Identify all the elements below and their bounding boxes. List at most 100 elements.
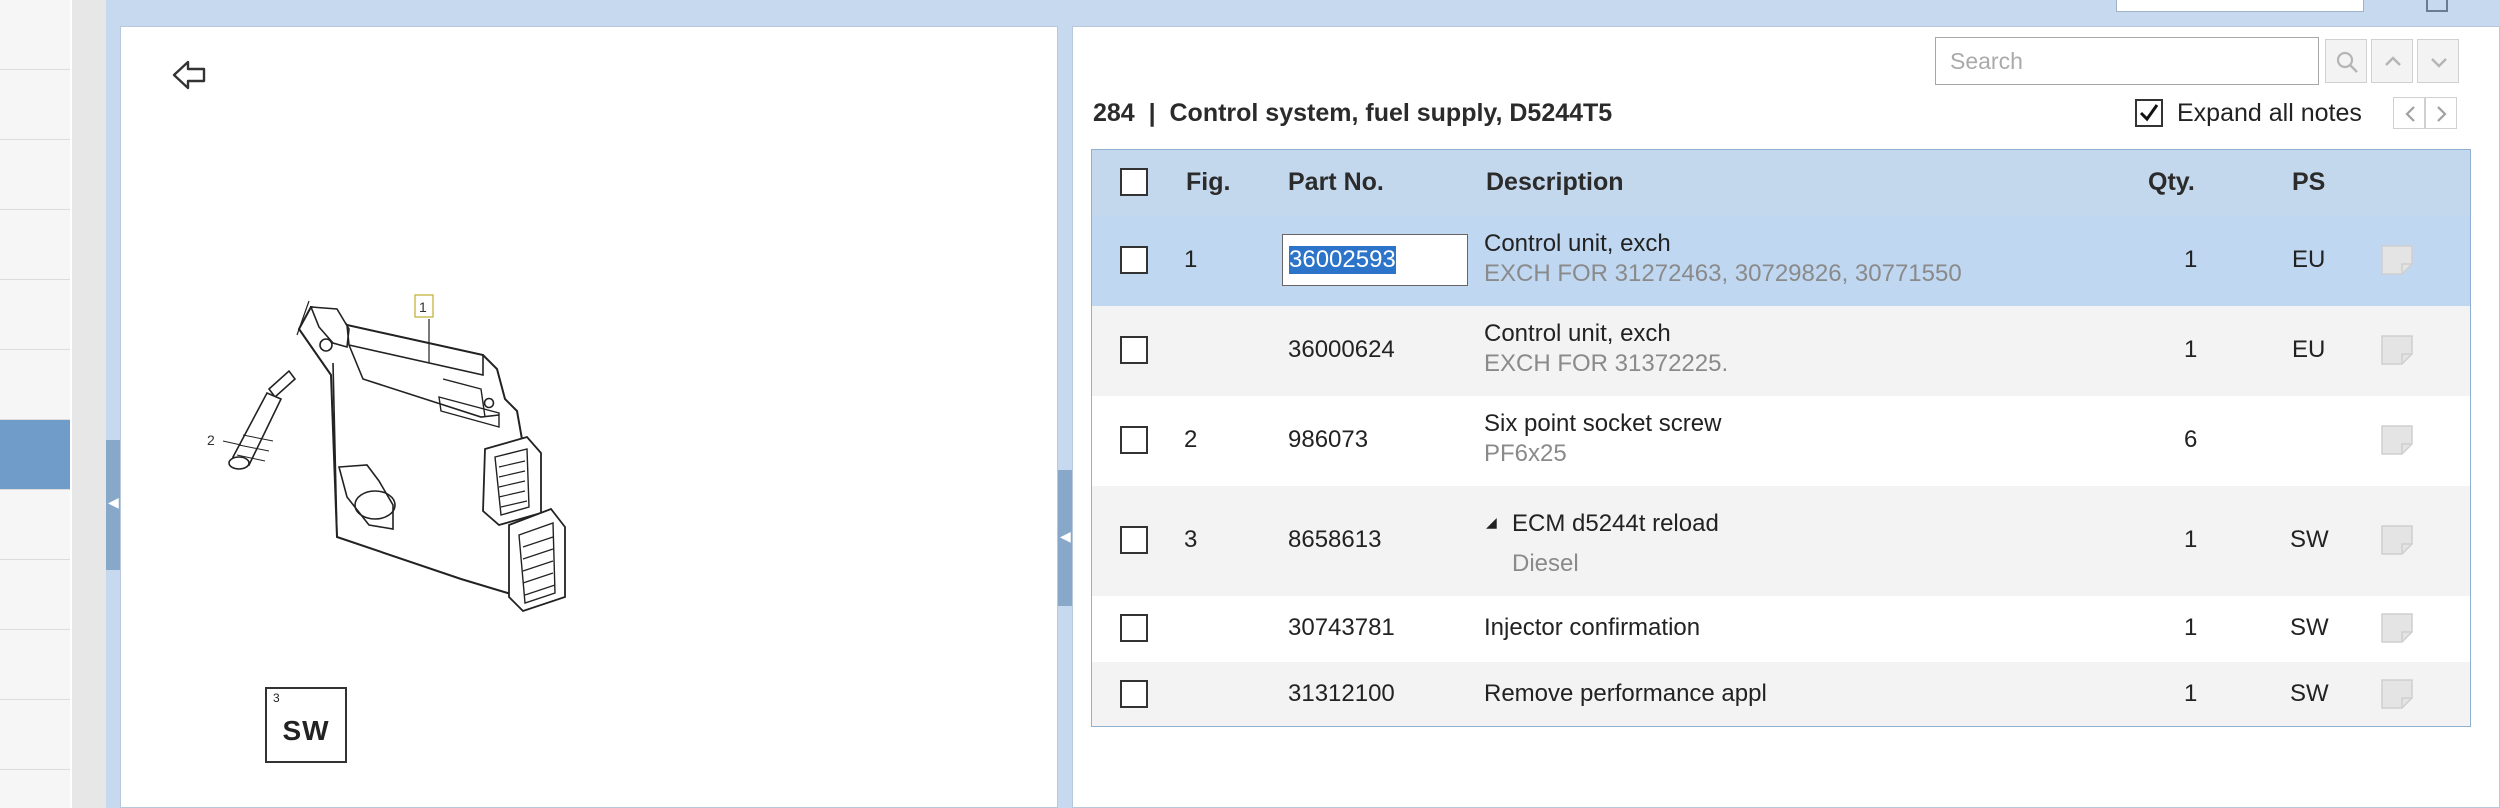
row-part-no: 36000624 (1288, 336, 1395, 363)
chevron-left-icon: ◀ (1060, 528, 1071, 544)
sw-callout-label: SW (282, 715, 330, 746)
column-header-description[interactable]: Description (1486, 168, 1624, 197)
row-ps: EU (2292, 336, 2326, 363)
parts-panel: 284 | Control system, fuel supply, D5244… (1072, 26, 2500, 808)
parts-table: Fig. Part No. Description Qty. PS 1 Cont… (1091, 149, 2471, 727)
callout-2-label: 2 (207, 432, 215, 448)
nav-item-3[interactable] (0, 140, 70, 210)
expand-triangle-icon[interactable]: ◢ (1486, 514, 1497, 531)
part-number-field[interactable] (1282, 234, 1468, 286)
chevron-right-icon (2437, 106, 2447, 122)
note-icon[interactable] (2380, 678, 2414, 710)
nav-item-8[interactable] (0, 490, 70, 560)
chevron-up-icon (2385, 56, 2401, 66)
row-ps: SW (2290, 526, 2329, 553)
app-window: ◀ 1 2 3 SW ◀ Search 284 | Control system… (0, 0, 2500, 808)
row-qty: 1 (2184, 680, 2198, 707)
page-title: 284 | Control system, fuel supply, D5244… (1093, 99, 1613, 127)
row-checkbox[interactable] (1120, 246, 1148, 274)
row-note: Diesel (1512, 550, 1579, 577)
search-button[interactable] (2325, 39, 2367, 83)
note-icon[interactable] (2380, 244, 2414, 276)
row-ps: EU (2292, 246, 2326, 273)
next-note-button[interactable] (2425, 97, 2457, 129)
select-all-checkbox[interactable] (1120, 168, 1148, 196)
row-ps: SW (2290, 614, 2329, 641)
nav-item-6[interactable] (0, 350, 70, 420)
row-qty: 6 (2184, 426, 2198, 453)
table-row[interactable]: 1 Control unit, exch EXCH FOR 31272463, … (1092, 216, 2470, 306)
row-note: EXCH FOR 31272463, 30729826, 30771550 (1484, 260, 1962, 287)
table-row[interactable]: 36000624 Control unit, exch EXCH FOR 313… (1092, 306, 2470, 396)
note-icon[interactable] (2380, 612, 2414, 644)
search-input[interactable] (1935, 37, 2319, 85)
table-row[interactable]: 30743781 Injector confirmation 1 SW (1092, 596, 2470, 662)
row-fig: 1 (1184, 246, 1198, 273)
main-frame: ◀ 1 2 3 SW ◀ Search 284 | Control system… (106, 0, 2500, 808)
search-icon (2336, 51, 2358, 73)
row-checkbox[interactable] (1120, 680, 1148, 708)
note-icon[interactable] (2380, 524, 2414, 556)
row-description: Remove performance appl (1484, 680, 1767, 707)
row-description: Control unit, exch (1484, 320, 1671, 347)
nav-item-active[interactable] (0, 420, 70, 490)
column-header-qty[interactable]: Qty. (2148, 168, 2195, 197)
row-checkbox[interactable] (1120, 526, 1148, 554)
table-row[interactable]: 2 986073 Six point socket screw PF6x25 6 (1092, 396, 2470, 486)
row-qty: 1 (2184, 246, 2198, 273)
row-description: Control unit, exch (1484, 230, 1671, 257)
nav-item-1[interactable] (0, 0, 70, 70)
nav-item-4[interactable] (0, 210, 70, 280)
row-checkbox[interactable] (1120, 426, 1148, 454)
nav-item-11[interactable] (0, 700, 70, 770)
column-header-fig[interactable]: Fig. (1186, 168, 1230, 197)
row-note: PF6x25 (1484, 440, 1567, 467)
table-row[interactable]: 31312100 Remove performance appl 1 SW (1092, 662, 2470, 726)
collapse-middle-handle[interactable]: ◀ (1058, 470, 1072, 606)
table-header: Fig. Part No. Description Qty. PS (1092, 150, 2470, 216)
expand-all-notes-checkbox[interactable] (2135, 99, 2163, 127)
row-checkbox[interactable] (1120, 614, 1148, 642)
sw-callout-index: 3 (273, 691, 280, 705)
column-header-part-no[interactable]: Part No. (1288, 168, 1384, 197)
nav-item-2[interactable] (0, 70, 70, 140)
illustration-panel: 1 2 3 SW (120, 26, 1058, 808)
note-icon[interactable] (2380, 424, 2414, 456)
ecu-drawing: 1 2 (207, 294, 566, 613)
nav-gutter (72, 0, 106, 808)
print-icon[interactable] (2426, 0, 2448, 12)
row-qty: 1 (2184, 614, 2198, 641)
checkmark-icon (2139, 104, 2159, 122)
row-fig: 3 (1184, 526, 1198, 553)
row-description: Injector confirmation (1484, 614, 1701, 641)
row-fig: 2 (1184, 426, 1198, 453)
row-checkbox[interactable] (1120, 336, 1148, 364)
row-part-no: 986073 (1288, 426, 1369, 453)
chevron-left-icon: ◀ (108, 494, 119, 510)
row-description: Six point socket screw (1484, 410, 1722, 437)
prev-note-button[interactable] (2393, 97, 2425, 129)
chevron-down-icon (2431, 58, 2447, 68)
row-ps: SW (2290, 680, 2329, 707)
nav-item-9[interactable] (0, 560, 70, 630)
nav-item-12[interactable] (0, 770, 70, 808)
back-arrow-icon[interactable] (171, 57, 213, 93)
sw-callout[interactable]: 3 SW (265, 687, 347, 763)
row-part-no: 31312100 (1288, 680, 1395, 707)
top-toolbar (106, 0, 2500, 26)
chevron-left-icon (2405, 106, 2415, 122)
expand-all-notes-label: Expand all notes (2177, 99, 2362, 127)
table-row[interactable]: 3 8658613 ◢ ECM d5244t reload Diesel 1 S… (1092, 486, 2470, 596)
row-part-no: 8658613 (1288, 526, 1382, 553)
collapse-left-handle[interactable]: ◀ (106, 440, 120, 570)
nav-item-5[interactable] (0, 280, 70, 350)
column-header-ps[interactable]: PS (2292, 168, 2325, 197)
nav-item-10[interactable] (0, 630, 70, 700)
row-part-no: 30743781 (1288, 614, 1395, 641)
search-next-button[interactable] (2417, 39, 2459, 83)
search-prev-button[interactable] (2371, 39, 2413, 83)
row-qty: 1 (2184, 336, 2198, 363)
nav-strip (0, 0, 72, 808)
note-icon[interactable] (2380, 334, 2414, 366)
top-select[interactable] (2116, 0, 2364, 12)
